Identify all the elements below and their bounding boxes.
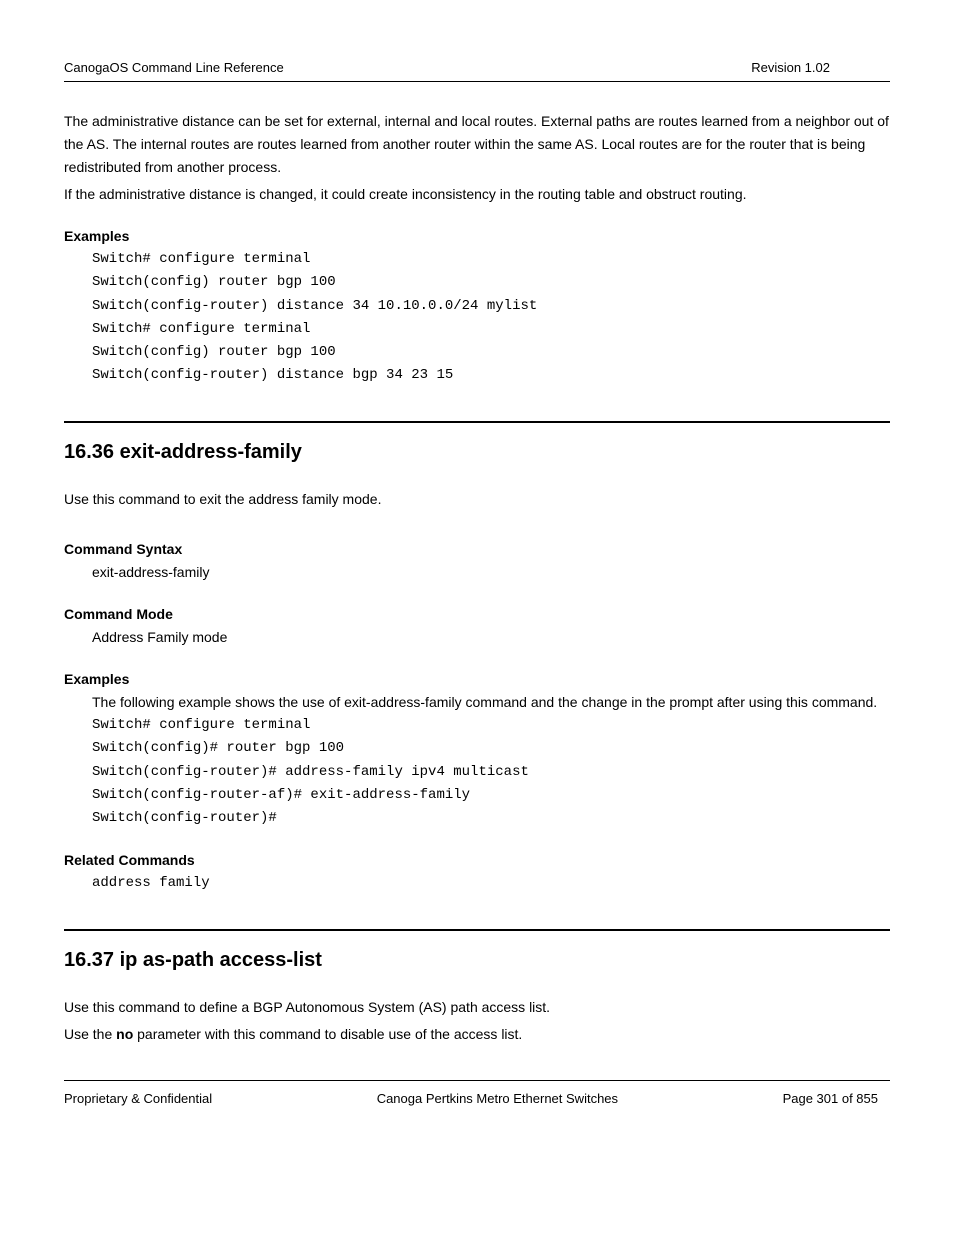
desc2-pre: Use the xyxy=(64,1026,116,1042)
examples-code-1: Switch# configure terminal Switch(config… xyxy=(92,248,890,387)
related-commands-value: address family xyxy=(92,872,890,895)
header-left: CanogaOS Command Line Reference xyxy=(64,60,284,75)
page-header: CanogaOS Command Line Reference Revision… xyxy=(64,60,890,82)
command-syntax-value: exit-address-family xyxy=(92,561,890,584)
command-mode-value: Address Family mode xyxy=(92,626,890,649)
examples-desc-2: The following example shows the use of e… xyxy=(92,691,890,714)
examples-label-2: Examples xyxy=(64,671,890,687)
section-title-1637: 16.37 ip as-path access-list xyxy=(64,949,890,972)
intro-paragraph-1: The administrative distance can be set f… xyxy=(64,110,890,179)
footer-right: Page 301 of 855 xyxy=(783,1091,878,1106)
intro-paragraph-2: If the administrative distance is change… xyxy=(64,183,890,206)
header-right: Revision 1.02 xyxy=(751,60,830,75)
footer-center: Canoga Pertkins Metro Ethernet Switches xyxy=(377,1091,618,1106)
section-1636-desc: Use this command to exit the address fam… xyxy=(64,488,890,511)
command-syntax-label: Command Syntax xyxy=(64,541,890,557)
page-container: CanogaOS Command Line Reference Revision… xyxy=(0,0,954,1146)
command-mode-label: Command Mode xyxy=(64,606,890,622)
examples-label-1: Examples xyxy=(64,228,890,244)
page-footer: Proprietary & Confidential Canoga Pertki… xyxy=(64,1080,890,1106)
desc2-bold: no xyxy=(116,1026,133,1042)
related-commands-label: Related Commands xyxy=(64,852,890,868)
examples-code-2: Switch# configure terminal Switch(config… xyxy=(92,714,890,829)
section-divider-1 xyxy=(64,421,890,423)
footer-left: Proprietary & Confidential xyxy=(64,1091,212,1106)
section-title-1636: 16.36 exit-address-family xyxy=(64,441,890,464)
section-divider-2 xyxy=(64,929,890,931)
section-1637-desc-2: Use the no parameter with this command t… xyxy=(64,1023,890,1046)
section-1637-desc-1: Use this command to define a BGP Autonom… xyxy=(64,996,890,1019)
desc2-post: parameter with this command to disable u… xyxy=(133,1026,522,1042)
